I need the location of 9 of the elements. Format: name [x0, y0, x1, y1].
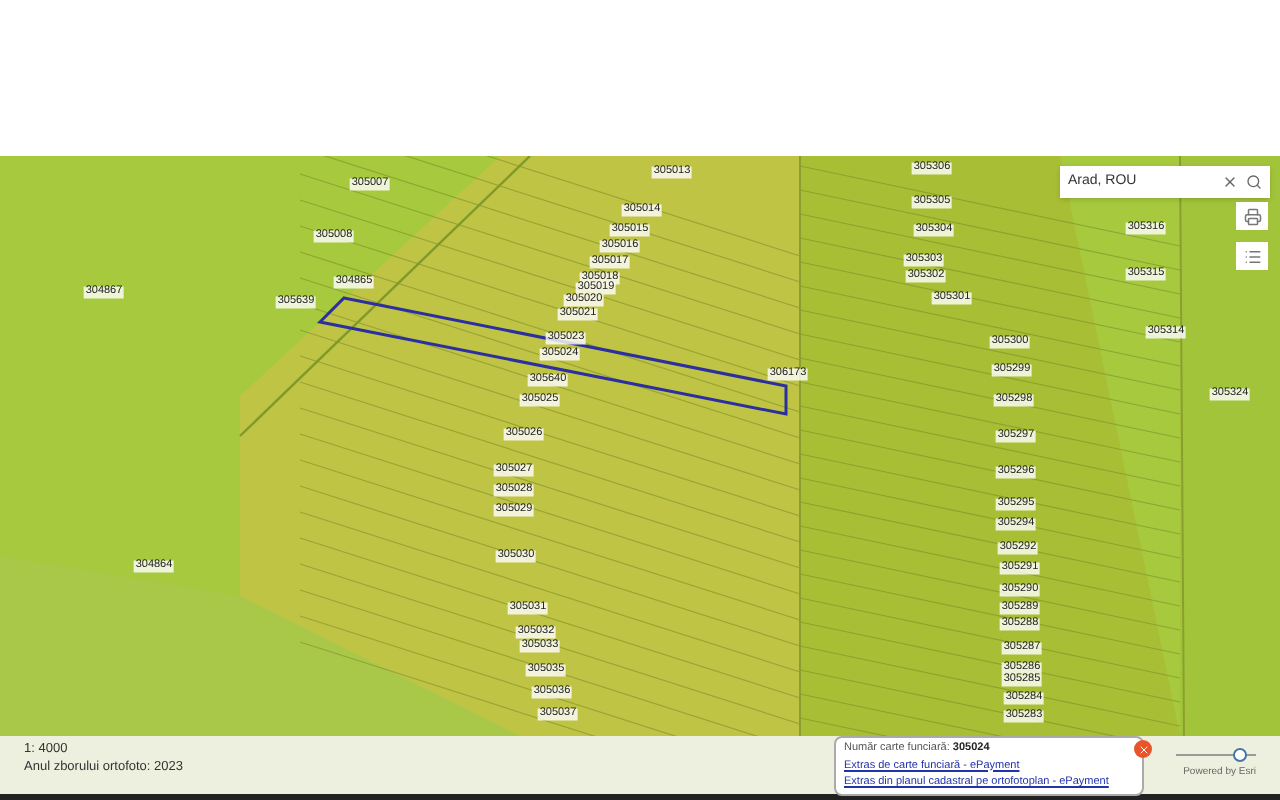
close-icon[interactable]: [1222, 174, 1238, 190]
search-icon[interactable]: [1246, 174, 1262, 190]
print-button[interactable]: [1236, 202, 1268, 230]
list-icon: [1243, 247, 1261, 265]
close-icon: [1137, 743, 1149, 755]
legend-button[interactable]: [1236, 242, 1268, 270]
printer-icon: [1243, 207, 1261, 225]
slider-thumb[interactable]: [1233, 748, 1247, 762]
close-button[interactable]: [1134, 740, 1152, 758]
